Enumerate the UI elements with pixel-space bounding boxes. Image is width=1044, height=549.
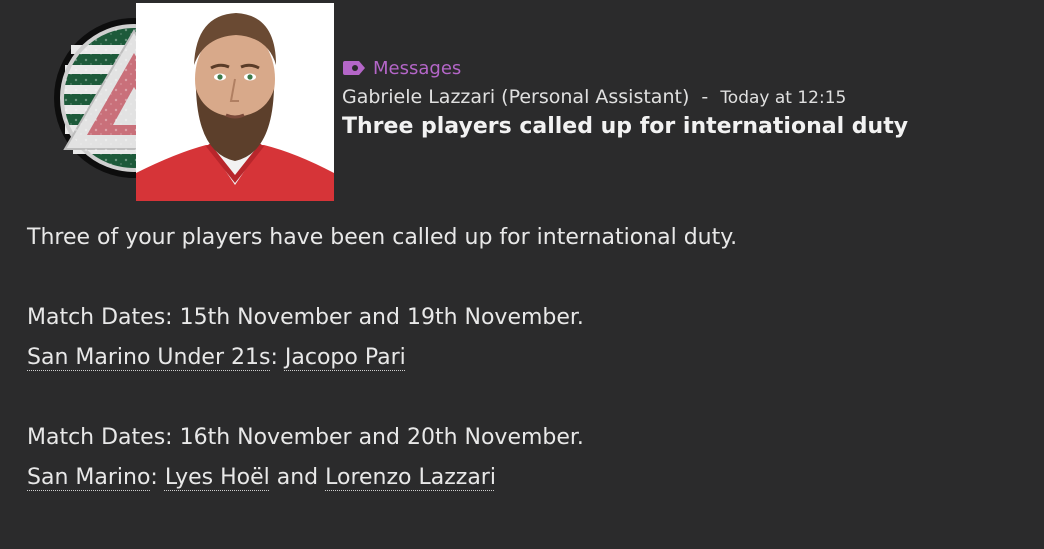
player-link[interactable]: Jacopo Pari (285, 345, 406, 370)
sender-line: Gabriele Lazzari (Personal Assistant) - … (342, 86, 908, 108)
category-label: Messages (373, 57, 462, 79)
message-subject: Three players called up for internationa… (342, 114, 909, 139)
message-header: Messages Gabriele Lazzari (Personal Assi… (342, 55, 909, 140)
intro-text: Three of your players have been called u… (27, 225, 738, 250)
callup-line-2: San Marino: Lyes Hoël and Lorenzo Lazzar… (27, 458, 1017, 498)
message-body: Three of your players have been called u… (27, 218, 1017, 498)
team-link[interactable]: San Marino Under 21s (27, 345, 270, 370)
conjunction: and (276, 465, 319, 490)
match-dates-1: Match Dates: 15th November and 19th Nove… (27, 305, 584, 330)
callup-line-1: San Marino Under 21s: Jacopo Pari (27, 338, 1017, 378)
message-timestamp: Today at 12:15 (720, 88, 847, 108)
message-view: Messages Gabriele Lazzari (Personal Assi… (0, 0, 1044, 549)
match-dates-2: Match Dates: 16th November and 20th Nove… (27, 425, 584, 450)
player-link[interactable]: Lorenzo Lazzari (325, 465, 496, 490)
message-tag-icon (343, 61, 365, 75)
team-colon: : (150, 465, 158, 490)
assistant-portrait (136, 3, 334, 201)
sender-separator: - (701, 86, 709, 108)
sender-name[interactable]: Gabriele Lazzari (Personal Assistant) (342, 86, 689, 108)
team-link[interactable]: San Marino (27, 465, 150, 490)
player-link[interactable]: Lyes Hoël (165, 465, 270, 490)
team-colon: : (270, 345, 278, 370)
message-category[interactable]: Messages (342, 55, 908, 81)
